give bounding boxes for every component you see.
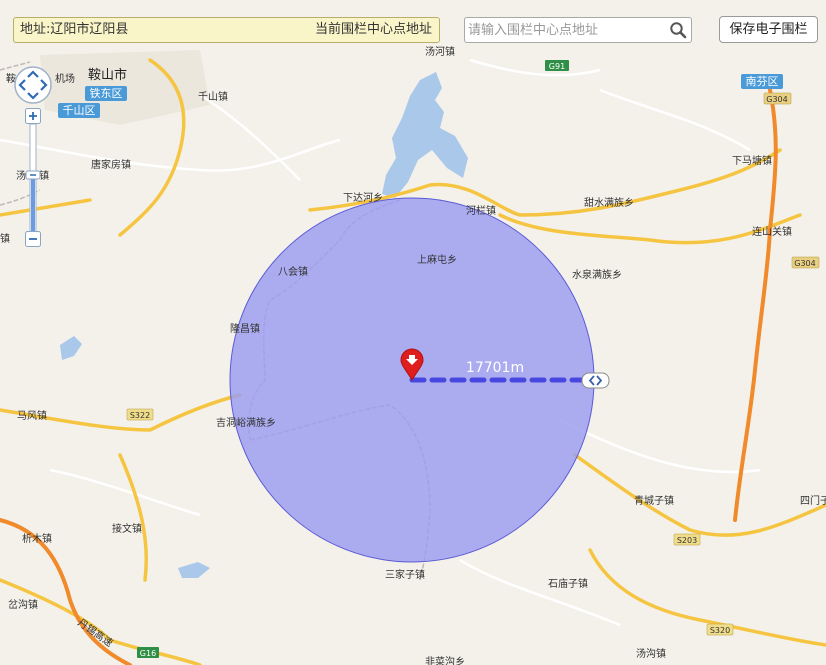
top-toolbar: 地址:辽阳市辽阳县 当前围栏中心点地址 保存电子围栏 (0, 0, 826, 52)
road-shield: S203 (677, 536, 697, 545)
address-search-input[interactable] (468, 20, 658, 40)
zoom-in-button[interactable] (25, 108, 41, 124)
place-label: 水泉满族乡 (572, 268, 622, 281)
place-label: 镇 (0, 232, 10, 245)
place-label: 河栏镇 (466, 204, 496, 217)
place-label: 下马塘镇 (732, 154, 772, 167)
place-label: 八会镇 (278, 265, 308, 278)
address-search-box[interactable] (464, 17, 692, 43)
road-shield: G91 (549, 62, 565, 71)
place-label: 四门子 (800, 494, 826, 507)
place-label: 甜水满族乡 (584, 196, 634, 209)
place-label: 石庙子镇 (548, 577, 588, 590)
pan-control[interactable] (14, 66, 52, 104)
place-label: 连山关镇 (752, 225, 792, 238)
zoom-level-fill (31, 176, 35, 233)
place-label: 三家子镇 (385, 568, 425, 581)
place-label: 析木镇 (22, 532, 52, 545)
place-label: 马风镇 (17, 409, 47, 422)
road-shield: S322 (130, 411, 150, 420)
place-label: 隆昌镇 (230, 322, 260, 335)
place-label: 千山镇 (198, 90, 228, 103)
place-label: 非菜沟乡 (425, 655, 465, 665)
place-label: 接文镇 (112, 522, 142, 535)
road-shield: G304 (766, 95, 787, 104)
place-label: 下达河乡 (343, 192, 383, 204)
address-hint: 当前围栏中心点地址 (314, 22, 432, 37)
road-shield: S320 (710, 626, 730, 635)
address-text: 地址:辽阳市辽阳县 (20, 22, 129, 37)
place-label: 上麻屯乡 (417, 253, 457, 266)
road-shield: G304 (794, 259, 815, 268)
radius-resize-handle[interactable] (581, 372, 610, 389)
place-label: 鞍山市 (88, 67, 127, 83)
place-label: 岔沟镇 (8, 598, 38, 611)
address-display: 地址:辽阳市辽阳县 当前围栏中心点地址 (13, 17, 440, 43)
place-label: 汤沟镇 (636, 647, 666, 660)
zoom-out-button[interactable] (25, 231, 41, 247)
place-label: 唐家房镇 (91, 158, 131, 171)
zoom-control[interactable] (25, 108, 41, 250)
radius-label: 17701m (466, 360, 524, 376)
road-shield: G16 (140, 649, 156, 658)
search-icon[interactable] (669, 21, 687, 39)
district-badge: 南芬区 (746, 75, 779, 88)
map-canvas[interactable]: 17701m 鞍山市 鞍 机场 千山镇 汤河镇 唐家房镇 汤 子镇 镇 下达河乡… (0, 0, 826, 665)
district-badge: 千山区 (63, 104, 96, 117)
place-label: 青城子镇 (634, 494, 674, 507)
save-fence-button[interactable]: 保存电子围栏 (719, 16, 818, 43)
place-label: 机场 (55, 72, 75, 85)
place-label: 吉洞峪满族乡 (216, 416, 276, 429)
district-badge: 铁东区 (90, 87, 123, 100)
